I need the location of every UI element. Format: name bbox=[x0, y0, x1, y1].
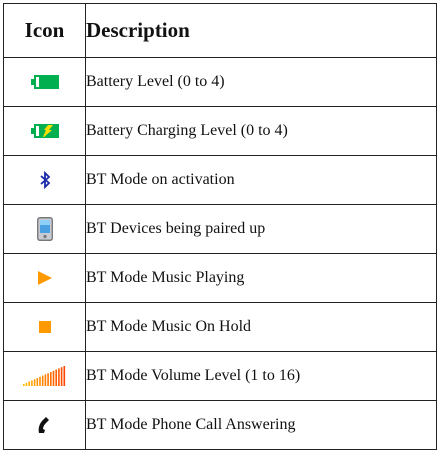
bluetooth-icon bbox=[39, 171, 51, 190]
table-row: BT Mode on activation bbox=[3, 155, 437, 205]
table-header-row: Icon Description bbox=[3, 3, 437, 58]
volume-bar bbox=[46, 373, 49, 386]
icon-description-table: Icon Description Battery Level (0 to 4) bbox=[3, 3, 437, 450]
icon-column-header: Icon bbox=[3, 3, 86, 58]
volume-bar bbox=[41, 375, 43, 386]
phone-device-icon bbox=[36, 217, 53, 241]
table-row: BT Devices being paired up bbox=[3, 204, 437, 254]
volume-bar bbox=[52, 370, 54, 386]
volume-bar bbox=[30, 380, 33, 386]
volume-bar bbox=[22, 384, 25, 386]
page: Icon Description Battery Level (0 to 4) bbox=[0, 0, 441, 450]
table-cell-description: BT Mode Music Playing bbox=[85, 253, 437, 303]
table-row: Battery Charging Level (0 to 4) bbox=[3, 106, 437, 156]
volume-bar bbox=[63, 366, 65, 386]
table-cell-description: BT Mode on activation bbox=[85, 155, 437, 205]
phone-handset-icon bbox=[36, 416, 54, 434]
table-row: BT Mode Phone Call Answering bbox=[3, 400, 437, 450]
table-cell-description: BT Mode Volume Level (1 to 16) bbox=[85, 351, 437, 401]
volume-bar bbox=[33, 379, 35, 386]
volume-bar bbox=[36, 378, 38, 386]
battery-charging-icon bbox=[30, 124, 59, 139]
volume-bar bbox=[57, 368, 60, 386]
volume-bar bbox=[49, 372, 52, 386]
table-row: BT Mode Volume Level (1 to 16) bbox=[3, 351, 437, 401]
table-row: Battery Level (0 to 4) bbox=[3, 57, 437, 107]
play-icon bbox=[37, 271, 52, 286]
table-cell-description: Battery Level (0 to 4) bbox=[85, 57, 437, 107]
battery-level-icon bbox=[30, 75, 59, 90]
volume-bar bbox=[38, 376, 41, 386]
volume-bars-icon bbox=[22, 365, 67, 387]
volume-bar bbox=[27, 381, 30, 386]
volume-bar bbox=[60, 367, 62, 386]
stop-icon bbox=[38, 321, 51, 334]
table-cell-description: BT Devices being paired up bbox=[85, 204, 437, 254]
table-row: BT Mode Music On Hold bbox=[3, 302, 437, 352]
volume-bar bbox=[44, 374, 46, 386]
table-cell-description: BT Mode Phone Call Answering bbox=[85, 400, 437, 450]
table-row: BT Mode Music Playing bbox=[3, 253, 437, 303]
volume-bar bbox=[54, 369, 57, 386]
description-column-header: Description bbox=[85, 3, 437, 58]
volume-bar bbox=[25, 382, 27, 386]
table-cell-description: Battery Charging Level (0 to 4) bbox=[85, 106, 437, 156]
table-cell-description: BT Mode Music On Hold bbox=[85, 302, 437, 352]
